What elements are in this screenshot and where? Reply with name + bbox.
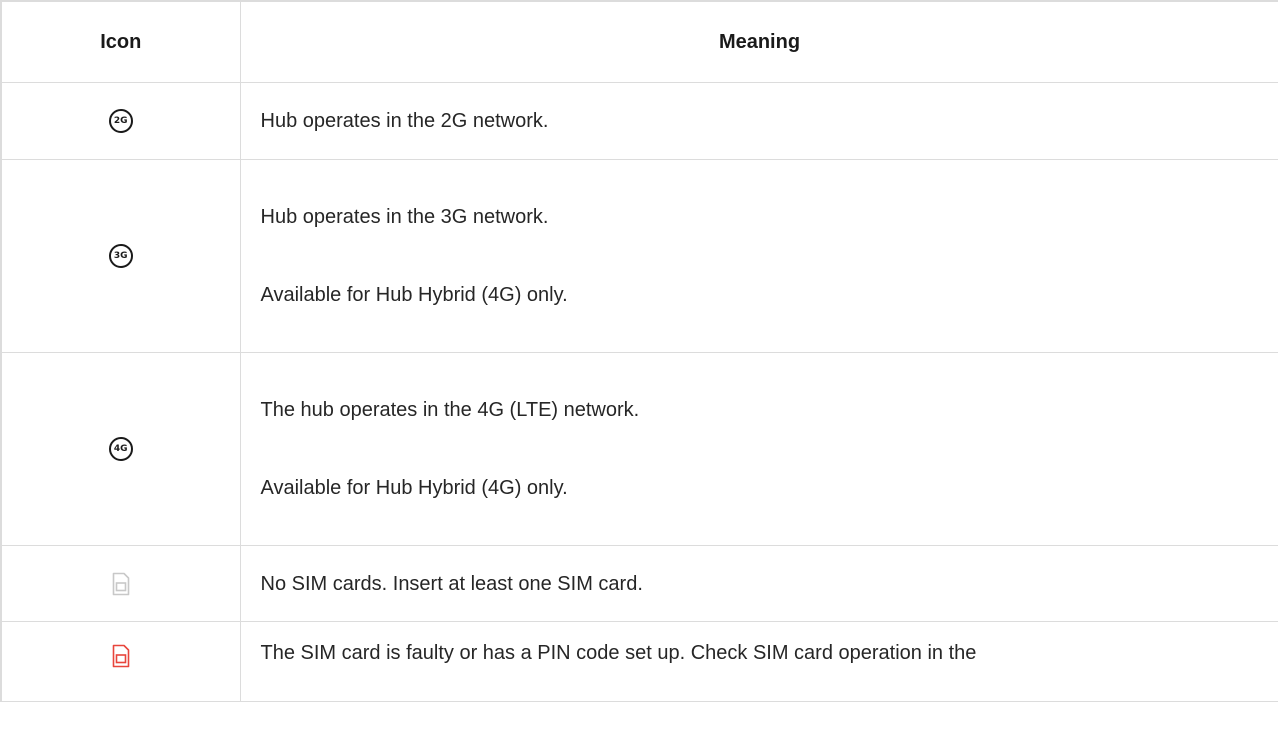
meaning-text: Hub operates in the 2G network. xyxy=(260,110,549,132)
table-row-3g: 3G Hub operates in the 3G network. Avail… xyxy=(0,159,1278,353)
meaning-cell: Hub operates in the 3G network. Availabl… xyxy=(239,159,1278,353)
column-header-meaning: Meaning xyxy=(239,0,1278,83)
table-row-2g: 2G Hub operates in the 2G network. xyxy=(0,82,1278,160)
meaning-text: No SIM cards. Insert at least one SIM ca… xyxy=(260,572,643,595)
table-header-row: Icon Meaning xyxy=(0,0,1278,83)
icon-cell: 2G xyxy=(0,82,241,160)
meaning-cell: No SIM cards. Insert at least one SIM ca… xyxy=(239,545,1278,622)
meaning-text: The SIM card is faulty or has a PIN code… xyxy=(260,642,977,664)
column-header-icon: Icon xyxy=(0,0,241,83)
icon-cell: 4G xyxy=(0,352,241,546)
icon-cell: 3G xyxy=(0,159,241,353)
meaning-cell: The hub operates in the 4G (LTE) network… xyxy=(239,352,1278,546)
meaning-text: Hub operates in the 3G network. xyxy=(260,206,549,228)
icon-cell xyxy=(0,621,241,702)
table-row-4g: 4G The hub operates in the 4G (LTE) netw… xyxy=(0,352,1278,546)
2g-network-icon: 2G xyxy=(108,109,133,133)
no-sim-icon xyxy=(112,572,130,595)
table-row-no-sim: No SIM cards. Insert at least one SIM ca… xyxy=(0,545,1278,622)
meaning-text: The hub operates in the 4G (LTE) network… xyxy=(260,399,640,421)
meaning-cell: Hub operates in the 2G network. xyxy=(239,82,1278,160)
meaning-cell: The SIM card is faulty or has a PIN code… xyxy=(239,621,1278,702)
icon-cell xyxy=(0,545,241,622)
meaning-note: Available for Hub Hybrid (4G) only. xyxy=(260,284,568,306)
table-row-faulty-sim: The SIM card is faulty or has a PIN code… xyxy=(0,621,1278,702)
faulty-sim-icon xyxy=(112,644,130,668)
4g-network-icon: 4G xyxy=(108,437,133,461)
3g-network-icon: 3G xyxy=(108,244,133,268)
icon-meaning-table: Icon Meaning 2G Hub operates in the 2G n… xyxy=(0,0,1278,702)
meaning-note: Available for Hub Hybrid (4G) only. xyxy=(260,477,568,499)
